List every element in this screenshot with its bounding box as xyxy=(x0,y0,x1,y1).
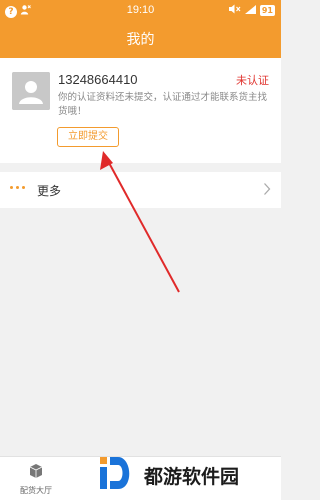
tab-label: 配货大厅 xyxy=(20,486,52,495)
profile-card: 13248664410 未认证 你的认证资料还未提交，认证通过才能联系货主找货哦… xyxy=(0,58,281,163)
mute-icon xyxy=(228,4,241,17)
avatar[interactable] xyxy=(12,72,50,110)
chevron-right-icon xyxy=(263,181,271,200)
phone-number: 13248664410 xyxy=(58,72,138,87)
watermark-text: 都游软件园 xyxy=(144,465,240,488)
watermark-logo-icon xyxy=(96,453,138,497)
tab-dispatch-hall[interactable]: 配货大厅 xyxy=(8,463,64,496)
user-placeholder-icon xyxy=(12,72,50,110)
verify-status: 未认证 xyxy=(236,74,269,87)
box-icon xyxy=(29,464,43,483)
battery-indicator: 91 xyxy=(259,5,275,16)
watermark: 都游软件园 xyxy=(96,455,276,495)
more-dots-icon xyxy=(10,186,25,189)
page-title: 我的 xyxy=(0,22,281,58)
verify-notice: 你的认证资料还未提交，认证通过才能联系货主找货哦！ xyxy=(58,92,268,117)
submit-button[interactable]: 立即提交 xyxy=(57,127,119,147)
status-bar: ? 19:10 91 xyxy=(0,0,281,22)
signal-icon xyxy=(244,4,256,17)
more-row[interactable]: 更多 xyxy=(0,172,281,208)
more-label: 更多 xyxy=(37,184,62,198)
